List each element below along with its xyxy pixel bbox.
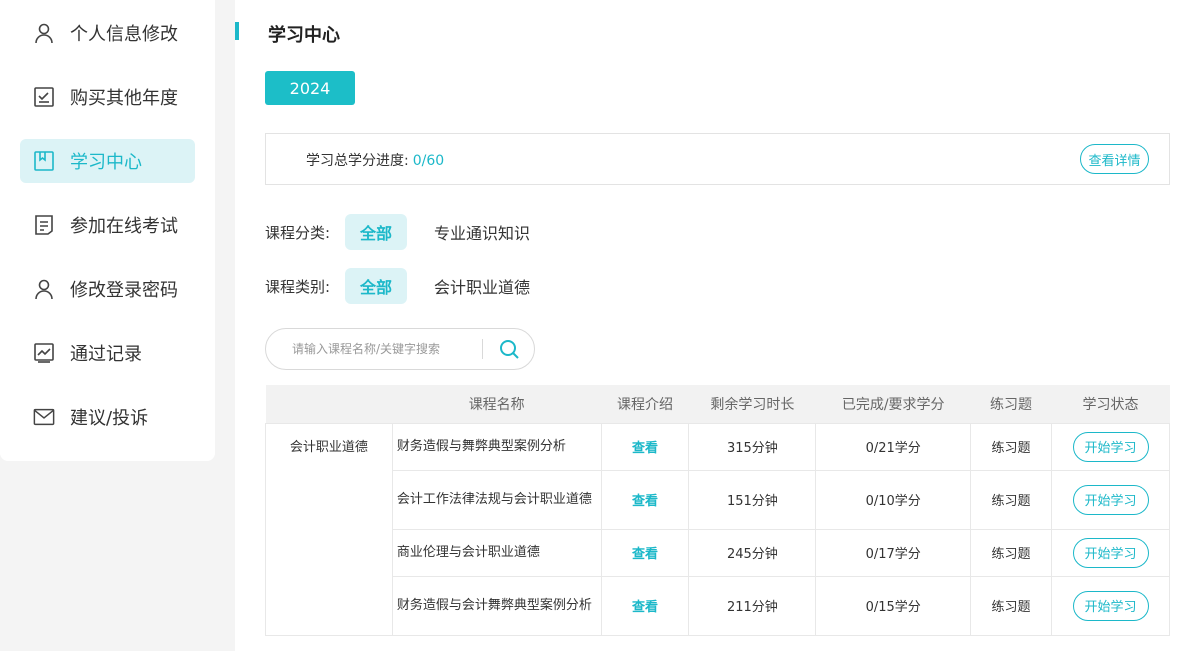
course-name: 财务造假与会计舞弊典型案例分析 — [391, 575, 602, 636]
credits: 0/17学分 — [815, 528, 972, 577]
page-title: 学习中心 — [268, 25, 340, 46]
table-row: 财务造假与会计舞弊典型案例分析 查看 211分钟 0/15学分 练习题 开始学习 — [266, 575, 1170, 636]
course-name: 会计工作法律法规与会计职业道德 — [391, 469, 602, 530]
sidebar-item-purchase[interactable]: 购买其他年度 — [20, 75, 195, 119]
remaining-time: 245分钟 — [688, 528, 817, 577]
sidebar-item-learning-center[interactable]: 学习中心 — [20, 139, 195, 183]
year-button[interactable]: 2024 — [265, 71, 355, 105]
exercise-link[interactable]: 练习题 — [970, 422, 1052, 471]
sidebar: 个人信息修改 购买其他年度 学习中心 参加在线考试 修改登录密码 通过记录 建议… — [0, 0, 215, 461]
title-accent-bar — [235, 22, 239, 40]
header-category — [265, 385, 393, 423]
view-intro-link[interactable]: 查看 — [600, 422, 690, 471]
header-remaining-time: 剩余学习时长 — [688, 385, 816, 423]
sidebar-item-label: 修改登录密码 — [70, 280, 178, 301]
credits: 0/10学分 — [815, 469, 972, 530]
sidebar-item-label: 参加在线考试 — [70, 216, 178, 237]
view-intro-link[interactable]: 查看 — [600, 528, 690, 577]
category-filter-label: 课程分类: — [265, 223, 331, 242]
exercise-link[interactable]: 练习题 — [970, 575, 1052, 636]
bookmark-icon — [33, 150, 55, 172]
document-icon — [33, 214, 55, 236]
table-row: 商业伦理与会计职业道德 查看 245分钟 0/17学分 练习题 开始学习 — [266, 528, 1170, 577]
status-cell: 开始学习 — [1051, 469, 1170, 530]
course-table: 课程名称 课程介绍 剩余学习时长 已完成/要求学分 练习题 学习状态 会计职业道… — [265, 385, 1170, 636]
category-cell: 会计职业道德 — [265, 422, 393, 636]
header-status: 学习状态 — [1051, 385, 1170, 423]
type-chip-all[interactable]: 全部 — [345, 268, 408, 304]
category-chip-general[interactable]: 专业通识知识 — [419, 214, 545, 250]
search-box — [265, 328, 535, 370]
chart-icon — [33, 342, 55, 364]
start-learning-button[interactable]: 开始学习 — [1072, 537, 1149, 568]
type-filter: 课程类别: 全部 会计职业道德 — [265, 268, 545, 304]
start-learning-button[interactable]: 开始学习 — [1072, 484, 1149, 515]
exercise-link[interactable]: 练习题 — [970, 528, 1052, 577]
progress-value: 0/60 — [412, 153, 445, 169]
sidebar-item-profile[interactable]: 个人信息修改 — [20, 11, 195, 55]
type-filter-label: 课程类别: — [265, 277, 331, 296]
user-icon — [33, 22, 55, 44]
course-name: 财务造假与舞弊典型案例分析 — [391, 422, 602, 471]
exercise-link[interactable]: 练习题 — [970, 469, 1052, 530]
table-row: 会计职业道德 财务造假与舞弊典型案例分析 查看 315分钟 0/21学分 练习题… — [265, 422, 1170, 636]
sidebar-item-records[interactable]: 通过记录 — [20, 331, 195, 375]
status-cell: 开始学习 — [1051, 575, 1170, 636]
remaining-time: 211分钟 — [688, 575, 817, 636]
sidebar-item-feedback[interactable]: 建议/投诉 — [20, 395, 195, 439]
sidebar-item-label: 通过记录 — [70, 344, 142, 365]
start-learning-button[interactable]: 开始学习 — [1072, 590, 1149, 621]
header-course-name: 课程名称 — [392, 385, 602, 423]
category-filter: 课程分类: 全部 专业通识知识 — [265, 214, 545, 250]
sidebar-item-label: 购买其他年度 — [70, 88, 178, 109]
credits: 0/15学分 — [815, 575, 972, 636]
type-chip-ethics[interactable]: 会计职业道德 — [419, 268, 545, 304]
progress-label-text: 学习总学分进度: — [306, 153, 409, 169]
header-exercises: 练习题 — [970, 385, 1052, 423]
course-name: 商业伦理与会计职业道德 — [391, 528, 602, 577]
search-divider — [482, 339, 483, 359]
sidebar-item-online-exam[interactable]: 参加在线考试 — [20, 203, 195, 247]
main-content: 学习中心 2024 学习总学分进度: 0/60 查看详情 课程分类: 全部 专业通… — [235, 0, 1181, 651]
checklist-icon — [33, 86, 55, 108]
remaining-time: 151分钟 — [688, 469, 817, 530]
header-intro: 课程介绍 — [601, 385, 689, 423]
view-intro-link[interactable]: 查看 — [600, 469, 690, 530]
status-cell: 开始学习 — [1051, 422, 1170, 471]
search-icon[interactable] — [498, 338, 520, 360]
credits: 0/21学分 — [815, 422, 972, 471]
view-details-button[interactable]: 查看详情 — [1080, 144, 1149, 174]
progress-label: 学习总学分进度: 0/60 — [306, 150, 444, 170]
progress-panel: 学习总学分进度: 0/60 查看详情 — [265, 133, 1170, 185]
category-chip-all[interactable]: 全部 — [345, 214, 408, 250]
user-icon — [33, 278, 55, 300]
remaining-time: 315分钟 — [688, 422, 817, 471]
view-intro-link[interactable]: 查看 — [600, 575, 690, 636]
table-row: 会计工作法律法规与会计职业道德 查看 151分钟 0/10学分 练习题 开始学习 — [266, 469, 1170, 530]
header-credits: 已完成/要求学分 — [815, 385, 971, 423]
sidebar-item-label: 学习中心 — [70, 152, 142, 173]
status-cell: 开始学习 — [1051, 528, 1170, 577]
sidebar-item-label: 个人信息修改 — [70, 24, 178, 45]
sidebar-item-label: 建议/投诉 — [70, 408, 149, 429]
start-learning-button[interactable]: 开始学习 — [1072, 431, 1149, 462]
mail-icon — [33, 406, 55, 428]
table-header-row: 课程名称 课程介绍 剩余学习时长 已完成/要求学分 练习题 学习状态 — [265, 385, 1170, 423]
sidebar-item-change-password[interactable]: 修改登录密码 — [20, 267, 195, 311]
search-input[interactable] — [292, 342, 482, 356]
